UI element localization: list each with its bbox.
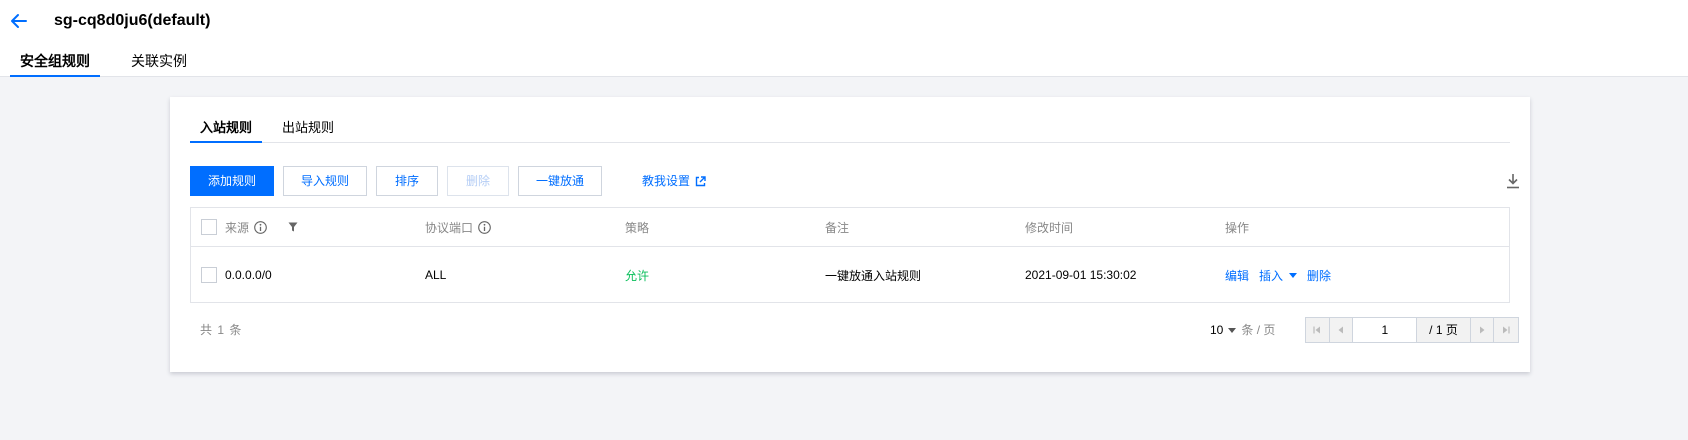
sort-button[interactable]: 排序 (376, 166, 438, 196)
external-link-icon (695, 175, 706, 186)
row-protocol-port: ALL (425, 268, 447, 282)
tab-associated-instances[interactable]: 关联实例 (121, 48, 197, 77)
insert-dropdown[interactable]: 插入 (1259, 267, 1298, 284)
prev-page-icon (1338, 326, 1344, 334)
column-header-policy: 策略 (625, 220, 650, 235)
tab-inbound-rules[interactable]: 入站规则 (190, 119, 263, 143)
row-modified-time: 2021-09-01 15:30:02 (1025, 268, 1137, 282)
row-source: 0.0.0.0/0 (225, 268, 272, 282)
row-remark: 一键放通入站规则 (825, 268, 922, 283)
source-filter-cell (288, 208, 298, 246)
last-page-button[interactable] (1494, 318, 1519, 342)
table-row: 0.0.0.0/0 ALL 允许 一键放通入站规则 2021-09-01 15:… (191, 247, 1509, 303)
chevron-down-icon (1228, 327, 1237, 333)
column-header-actions: 操作 (1225, 220, 1250, 235)
pagination-bar: 共 1 条 10 条 / 页 / 1 页 (190, 317, 1519, 343)
column-header-source: 来源 (225, 220, 250, 235)
row-policy: 允许 (625, 268, 650, 283)
table-header: 来源 协议端口 策略 备注 修改时间 操作 (191, 208, 1509, 247)
first-page-button[interactable] (1306, 318, 1330, 342)
import-rule-button[interactable]: 导入规则 (283, 166, 367, 196)
page-title: sg-cq8d0ju6(default) (54, 12, 211, 29)
page-size-select[interactable]: 10 条 / 页 (1210, 317, 1275, 343)
help-link-label: 教我设置 (642, 174, 691, 188)
row-checkbox[interactable] (201, 267, 217, 283)
rules-table: 来源 协议端口 策略 备注 修改时间 操作 0.0.0.0/0 ALL 允许 一… (190, 207, 1510, 303)
last-page-icon (1503, 326, 1510, 334)
next-page-icon (1480, 326, 1485, 334)
total-count: 共 1 条 (200, 323, 243, 337)
info-icon[interactable] (478, 220, 491, 234)
back-arrow-icon[interactable] (8, 10, 30, 32)
delete-link[interactable]: 删除 (1307, 267, 1331, 284)
per-page-label: 条 / 页 (1241, 323, 1276, 337)
rules-card: 入站规则 出站规则 添加规则 导入规则 排序 删除 一键放通 教我设置 来源 协… (170, 97, 1530, 372)
column-header-protocol-port: 协议端口 (425, 220, 474, 235)
column-header-remark: 备注 (825, 220, 850, 235)
page-size-value: 10 (1210, 323, 1224, 337)
rule-direction-tabs: 入站规则 出站规则 (190, 119, 1510, 143)
select-all-cell: 来源 (201, 208, 267, 246)
one-click-open-button[interactable]: 一键放通 (518, 166, 602, 196)
help-link[interactable]: 教我设置 (642, 166, 706, 196)
tab-outbound-rules[interactable]: 出站规则 (272, 119, 344, 143)
select-all-checkbox[interactable] (201, 219, 217, 235)
next-page-button[interactable] (1470, 318, 1495, 342)
prev-page-button[interactable] (1329, 318, 1354, 342)
total-pages: / 1 页 (1417, 318, 1471, 342)
toolbar: 添加规则 导入规则 排序 删除 一键放通 教我设置 (190, 166, 1520, 196)
edit-link[interactable]: 编辑 (1225, 267, 1249, 284)
protocol-port-header-cell: 协议端口 (425, 208, 491, 246)
page-number-input[interactable] (1353, 318, 1418, 342)
first-page-icon (1313, 326, 1321, 334)
row-select-cell: 0.0.0.0/0 (201, 247, 272, 303)
row-actions: 编辑 插入 删除 (1225, 247, 1341, 303)
chevron-down-icon (1289, 272, 1298, 278)
column-header-modified-time: 修改时间 (1025, 220, 1074, 235)
delete-button[interactable]: 删除 (447, 166, 509, 196)
info-icon[interactable] (254, 220, 267, 234)
pager: / 1 页 (1305, 317, 1519, 343)
top-header: sg-cq8d0ju6(default) 安全组规则 关联实例 (0, 0, 1688, 77)
filter-icon[interactable] (288, 222, 298, 232)
insert-label: 插入 (1259, 268, 1284, 283)
tab-security-group-rules[interactable]: 安全组规则 (10, 48, 100, 77)
download-icon[interactable] (1506, 173, 1520, 189)
add-rule-button[interactable]: 添加规则 (190, 166, 274, 196)
page-tabs: 安全组规则 关联实例 (10, 48, 218, 77)
